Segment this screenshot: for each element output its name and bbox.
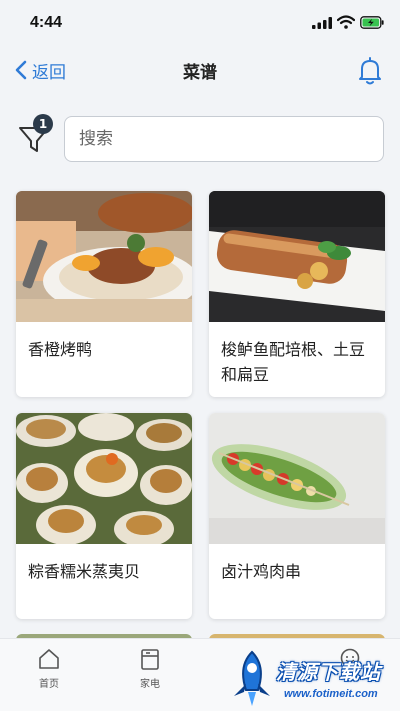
nav-bar: 返回 菜谱: [0, 48, 400, 92]
recipe-card[interactable]: 卤汁鸡肉串: [209, 413, 385, 619]
recipe-card[interactable]: 梭鲈鱼配培根、土豆和扁豆: [209, 191, 385, 397]
watermark-url: www.fotimeit.com: [284, 688, 378, 700]
rocket-logo-icon: [234, 650, 270, 706]
tab-label: 家电: [140, 679, 160, 690]
filter-count-badge: 1: [33, 114, 53, 134]
page-title: 菜谱: [183, 63, 217, 83]
home-icon: [39, 649, 59, 669]
wifi-icon: [337, 15, 355, 29]
battery-charging-icon: [360, 16, 384, 29]
tab-appliance[interactable]: 家电: [120, 647, 180, 690]
status-bar: 4:44: [0, 0, 400, 46]
tab-home[interactable]: 首页: [19, 647, 79, 690]
steamed-scallops-photo: [16, 413, 192, 544]
bell-icon[interactable]: [356, 56, 384, 86]
recipe-card[interactable]: 香橙烤鸭: [16, 191, 192, 397]
recipe-card[interactable]: 粽香糯米蒸夷贝: [16, 413, 192, 619]
watermark: 清源下载站 www.fotimeit.com: [224, 648, 394, 710]
search-input[interactable]: [64, 116, 384, 162]
watermark-text: 清源下载站: [276, 660, 381, 684]
tab-label: 首页: [39, 679, 59, 690]
recipe-title: 梭鲈鱼配培根、土豆和扁豆: [221, 340, 366, 384]
recipe-title: 粽香糯米蒸夷贝: [28, 562, 141, 581]
roast-duck-photo: [16, 191, 192, 322]
chicken-skewer-photo: [209, 413, 385, 544]
recipe-title: 卤汁鸡肉串: [221, 562, 302, 581]
signal-icon: [312, 17, 332, 29]
status-time: 4:44: [30, 14, 63, 31]
pikeperch-bacon-photo: [209, 191, 385, 322]
recipe-title: 香橙烤鸭: [28, 340, 93, 359]
appliance-icon: [141, 649, 159, 670]
